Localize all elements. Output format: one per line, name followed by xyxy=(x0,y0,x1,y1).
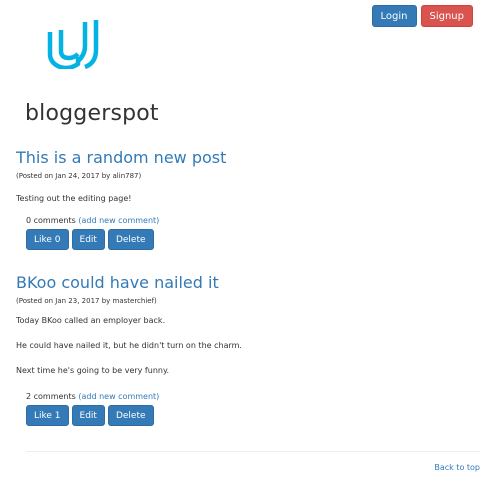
post-paragraph: Next time he's going to be very funny. xyxy=(16,366,170,375)
post-actions: 2 comments (add new comment) Like 1 Edit… xyxy=(26,392,159,426)
back-to-top-link[interactable]: Back to top xyxy=(434,463,480,472)
comments-count: 2 comments xyxy=(26,392,76,401)
post-paragraph: Testing out the editing page! xyxy=(16,194,132,203)
comment-line: 2 comments (add new comment) xyxy=(26,392,159,401)
delete-button[interactable]: Delete xyxy=(107,229,154,250)
like-button[interactable]: Like 1 xyxy=(26,405,69,426)
post-paragraph: He could have nailed it, but he didn't t… xyxy=(16,341,242,350)
comment-line: 0 comments (add new comment) xyxy=(26,216,159,225)
edit-button[interactable]: Edit xyxy=(71,229,105,250)
post: This is a random new post (Posted on Jan… xyxy=(16,148,484,250)
comments-count: 0 comments xyxy=(26,216,76,225)
post-body: Today BKoo called an employer back. He c… xyxy=(16,316,484,375)
post-body: Testing out the editing page! xyxy=(16,194,484,203)
post-actions: 0 comments (add new comment) Like 0 Edit… xyxy=(26,216,159,250)
post-title[interactable]: This is a random new post xyxy=(16,148,484,168)
udacity-logo-icon[interactable] xyxy=(47,17,99,69)
auth-bar: Login Signup xyxy=(371,5,473,27)
signup-button[interactable]: Signup xyxy=(420,5,473,27)
footer-divider xyxy=(26,451,480,452)
site-title: bloggerspot xyxy=(25,101,159,126)
post: BKoo could have nailed it (Posted on Jan… xyxy=(16,273,484,426)
add-comment-link[interactable]: (add new comment) xyxy=(78,216,159,225)
post-paragraph: Today BKoo called an employer back. xyxy=(16,316,166,325)
delete-button[interactable]: Delete xyxy=(107,405,154,426)
post-meta: (Posted on Jan 24, 2017 by alin787) xyxy=(16,172,142,180)
add-comment-link[interactable]: (add new comment) xyxy=(78,392,159,401)
like-button[interactable]: Like 0 xyxy=(26,229,69,250)
login-button[interactable]: Login xyxy=(371,5,417,27)
post-button-row: Like 1 Edit Delete xyxy=(26,405,159,426)
post-meta: (Posted on Jan 23, 2017 by masterchief) xyxy=(16,297,157,305)
edit-button[interactable]: Edit xyxy=(71,405,105,426)
post-title[interactable]: BKoo could have nailed it xyxy=(16,273,484,293)
post-button-row: Like 0 Edit Delete xyxy=(26,229,159,250)
